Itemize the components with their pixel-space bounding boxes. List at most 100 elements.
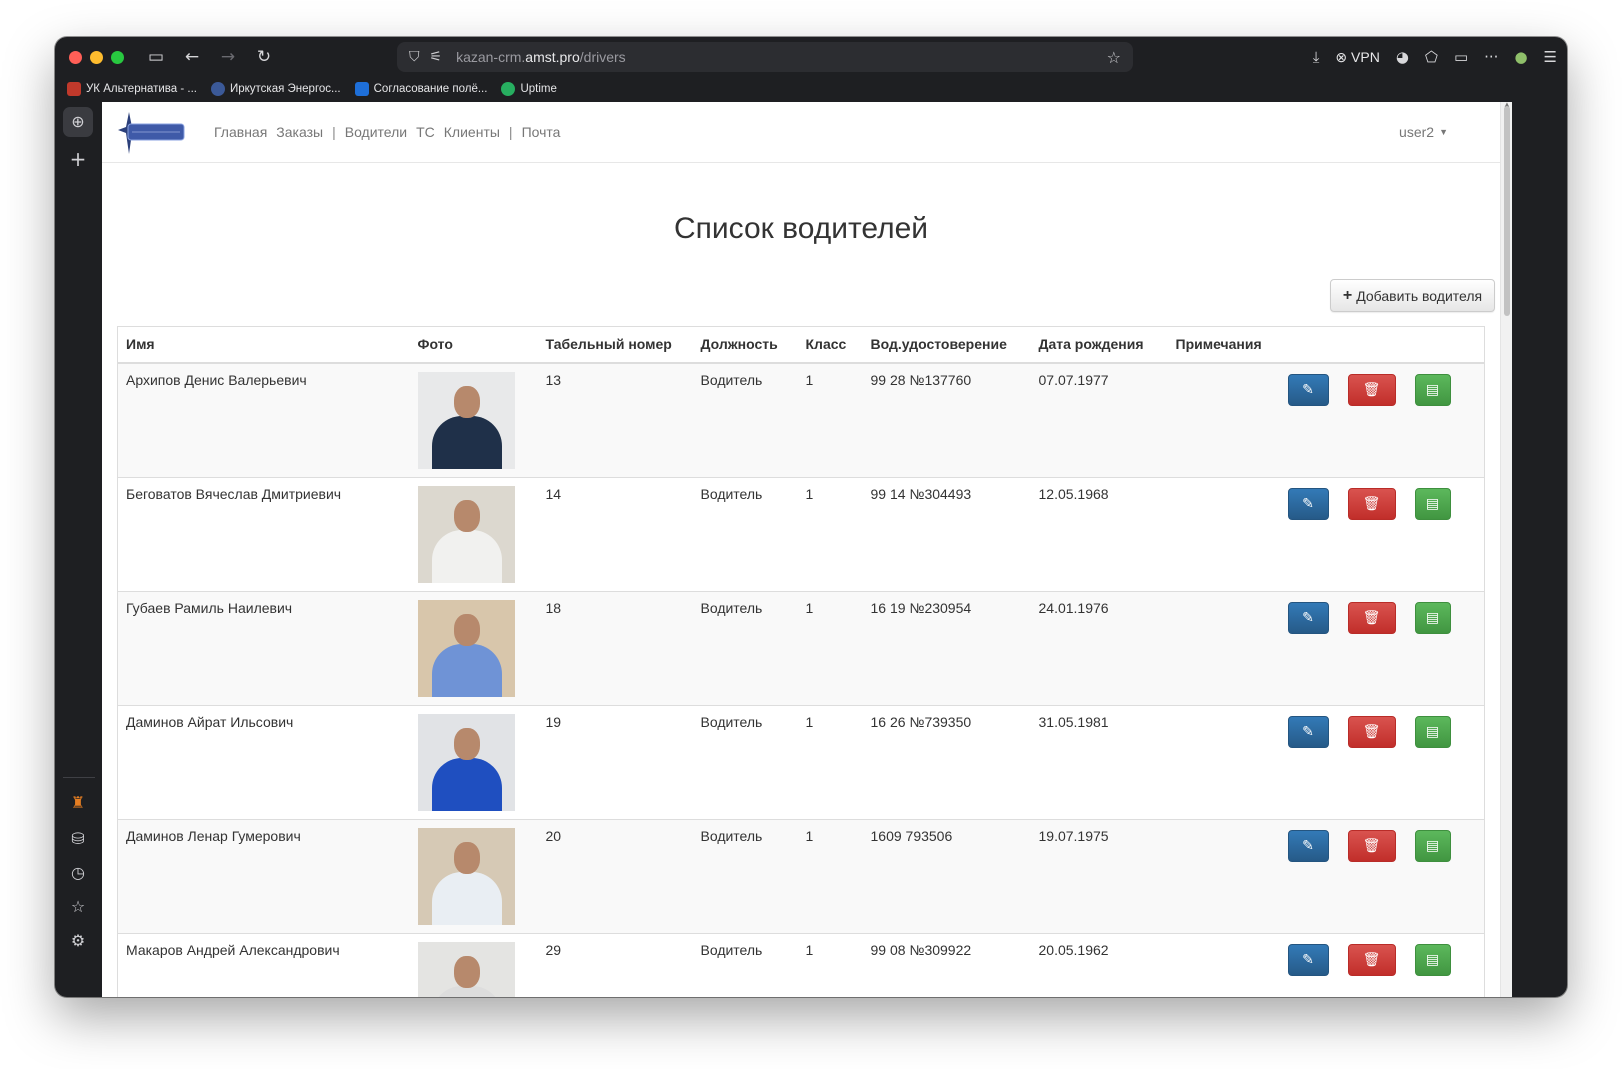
menu-icon[interactable]: ☰ bbox=[1544, 48, 1557, 66]
save-icon[interactable]: ⛁ bbox=[55, 829, 101, 848]
forward-arrow-icon[interactable]: → bbox=[210, 47, 246, 67]
document-button[interactable]: ▤ bbox=[1414, 601, 1451, 634]
birth-date: 19.07.1975 bbox=[1030, 818, 1168, 933]
driver-photo[interactable] bbox=[417, 827, 515, 925]
edit-button[interactable]: ✎ bbox=[1287, 829, 1329, 862]
bookmark-item[interactable]: УК Альтернатива - ... bbox=[67, 82, 197, 96]
row-actions: ✎ 🗑 ▤ bbox=[1279, 932, 1485, 997]
document-button[interactable]: ▤ bbox=[1414, 487, 1451, 520]
page-scrollbar[interactable]: ▲ bbox=[1500, 102, 1512, 997]
driver-position: Водитель bbox=[692, 476, 798, 591]
scrollbar-thumb[interactable] bbox=[1504, 106, 1510, 316]
bookmark-favicon-icon bbox=[210, 82, 225, 96]
sidebar-toggle-icon[interactable]: ▭ bbox=[138, 47, 174, 67]
close-window-button[interactable] bbox=[69, 50, 82, 64]
col-header-tab-number[interactable]: Табельный номер bbox=[537, 326, 693, 364]
back-arrow-icon[interactable]: ← bbox=[174, 47, 210, 67]
globe-icon[interactable]: ◕ bbox=[1396, 48, 1409, 66]
more-icon[interactable]: ··· bbox=[1484, 48, 1498, 66]
document-button[interactable]: ▤ bbox=[1414, 373, 1451, 406]
download-icon[interactable]: ⤓ bbox=[1313, 48, 1320, 66]
driver-position: Водитель bbox=[692, 932, 798, 997]
add-panel-icon[interactable]: + bbox=[55, 147, 101, 171]
sidebar-divider bbox=[63, 777, 95, 778]
driver-photo[interactable] bbox=[417, 371, 515, 469]
driver-name: Архипов Денис Валерьевич bbox=[117, 362, 410, 477]
profile-icon[interactable]: ● bbox=[1514, 48, 1527, 66]
address-bar[interactable]: ⛉ ⚟ kazan-crm.amst.pro/drivers ☆ bbox=[397, 42, 1133, 72]
delete-button[interactable]: 🗑 bbox=[1347, 943, 1396, 976]
col-header-birth-date[interactable]: Дата рождения bbox=[1030, 326, 1168, 364]
bookmark-item[interactable]: Согласование полё... bbox=[354, 82, 487, 96]
table-row: Даминов Айрат Ильсович 19 Водитель 1 16 26 №… bbox=[117, 704, 1485, 819]
browser-toolbar: ▭ ← → ↻ ⛉ ⚟ kazan-crm.amst.pro/drivers ☆… bbox=[55, 37, 1567, 77]
vpn-button[interactable]: ⊗ VPN bbox=[1335, 49, 1379, 66]
driver-photo[interactable] bbox=[417, 485, 515, 583]
delete-button[interactable]: 🗑 bbox=[1347, 715, 1396, 748]
edit-button[interactable]: ✎ bbox=[1287, 601, 1329, 634]
table-row: Архипов Денис Валерьевич 13 Водитель 1 99 28… bbox=[117, 362, 1485, 477]
driver-position: Водитель bbox=[692, 704, 798, 819]
delete-button[interactable]: 🗑 bbox=[1347, 601, 1396, 634]
driver-photo-cell bbox=[409, 932, 538, 997]
nav-link-drivers[interactable]: Водители bbox=[345, 124, 407, 140]
col-header-license[interactable]: Вод.удостоверение bbox=[862, 326, 1031, 364]
tabs-icon[interactable]: ▭ bbox=[1454, 48, 1468, 66]
bookmark-item[interactable]: Uptime bbox=[501, 82, 557, 96]
col-header-actions bbox=[1279, 326, 1485, 364]
edit-button[interactable]: ✎ bbox=[1287, 373, 1329, 406]
extensions-icon[interactable]: ⬠ bbox=[1425, 48, 1438, 66]
col-header-position[interactable]: Должность bbox=[692, 326, 798, 364]
row-actions: ✎ 🗑 ▤ bbox=[1279, 590, 1485, 705]
birth-date: 20.05.1962 bbox=[1030, 932, 1168, 997]
edit-button[interactable]: ✎ bbox=[1287, 943, 1329, 976]
driver-name: Губаев Рамиль Наилевич bbox=[117, 590, 410, 705]
user-menu[interactable]: user2 ▼ bbox=[1399, 124, 1448, 140]
document-button[interactable]: ▤ bbox=[1414, 943, 1451, 976]
bookmark-item[interactable]: Иркутская Энергос... bbox=[210, 82, 341, 96]
nav-link-orders[interactable]: Заказы bbox=[276, 124, 323, 140]
driver-photo[interactable] bbox=[417, 713, 515, 811]
driver-class: 1 bbox=[797, 704, 863, 819]
company-logo[interactable] bbox=[114, 110, 188, 156]
edit-button[interactable]: ✎ bbox=[1287, 715, 1329, 748]
table-row: Беговатов Вячеслав Дмитриевич 14 Водитель 1… bbox=[117, 476, 1485, 591]
settings-gear-icon[interactable]: ⚙ bbox=[55, 931, 101, 950]
row-actions: ✎ 🗑 ▤ bbox=[1279, 818, 1485, 933]
nav-link-mail[interactable]: Почта bbox=[522, 124, 561, 140]
browser-window: ▭ ← → ↻ ⛉ ⚟ kazan-crm.amst.pro/drivers ☆… bbox=[55, 37, 1567, 997]
shield-icon[interactable]: ⛉ bbox=[409, 49, 420, 65]
minimize-window-button[interactable] bbox=[90, 50, 103, 64]
url-text[interactable]: kazan-crm.amst.pro/drivers bbox=[456, 49, 626, 65]
document-button[interactable]: ▤ bbox=[1414, 715, 1451, 748]
nav-link-vehicles[interactable]: ТС bbox=[416, 124, 435, 140]
site-settings-icon[interactable]: ⚟ bbox=[430, 49, 443, 65]
driver-notes bbox=[1167, 818, 1280, 933]
bookmark-star-icon[interactable]: ☆ bbox=[1107, 48, 1121, 67]
panel-app-icon[interactable]: ♜ bbox=[55, 793, 101, 812]
maximize-window-button[interactable] bbox=[111, 50, 124, 64]
driver-notes bbox=[1167, 362, 1280, 477]
delete-button[interactable]: 🗑 bbox=[1347, 373, 1396, 406]
driver-license: 16 19 №230954 bbox=[862, 590, 1031, 705]
col-header-class[interactable]: Класс bbox=[797, 326, 863, 364]
nav-link-home[interactable]: Главная bbox=[214, 124, 267, 140]
add-driver-button[interactable]: + Добавить водителя bbox=[1330, 279, 1495, 312]
reload-icon[interactable]: ↻ bbox=[246, 47, 282, 67]
document-icon: ▤ bbox=[1425, 495, 1440, 512]
col-header-name[interactable]: Имя bbox=[117, 326, 410, 364]
globe-icon[interactable]: ⊕ bbox=[63, 107, 93, 137]
delete-button[interactable]: 🗑 bbox=[1347, 487, 1396, 520]
birth-date: 24.01.1976 bbox=[1030, 590, 1168, 705]
history-icon[interactable]: ◷ bbox=[55, 863, 101, 882]
favorites-star-icon[interactable]: ☆ bbox=[55, 897, 101, 916]
driver-photo[interactable] bbox=[417, 599, 515, 697]
plus-icon: + bbox=[1342, 286, 1353, 304]
driver-photo[interactable] bbox=[417, 941, 515, 997]
document-button[interactable]: ▤ bbox=[1414, 829, 1451, 862]
birth-date: 07.07.1977 bbox=[1030, 362, 1168, 477]
edit-button[interactable]: ✎ bbox=[1287, 487, 1329, 520]
driver-class: 1 bbox=[797, 932, 863, 997]
nav-link-clients[interactable]: Клиенты bbox=[444, 124, 500, 140]
delete-button[interactable]: 🗑 bbox=[1347, 829, 1396, 862]
